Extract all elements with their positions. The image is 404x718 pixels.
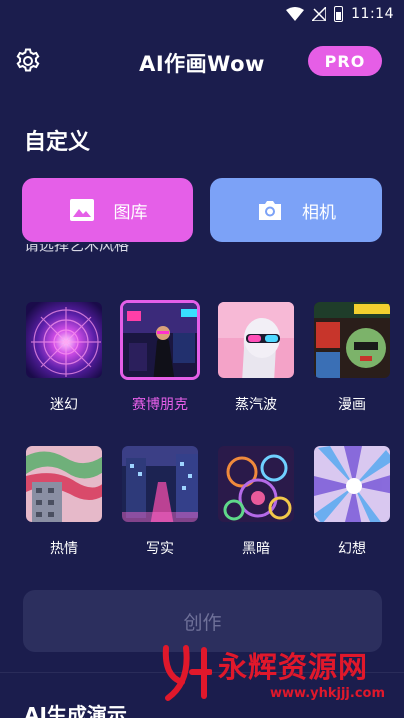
pro-button[interactable]: PRO bbox=[308, 46, 382, 76]
style-thumbnail bbox=[24, 444, 104, 524]
style-label: 黑暗 bbox=[242, 541, 270, 557]
watermark-text: 永辉资源网 bbox=[218, 650, 369, 684]
style-cyberpunk[interactable]: 赛博朋克 bbox=[118, 300, 202, 414]
style-thumbnail bbox=[312, 300, 392, 380]
status-time: 11:14 bbox=[351, 6, 394, 22]
demo-section-title: AI生成演示 bbox=[24, 703, 127, 718]
gallery-label: 图库 bbox=[113, 202, 148, 223]
header: AI作画Wow PRO bbox=[0, 40, 404, 82]
style-hint: 请选择艺术风格 bbox=[24, 244, 130, 254]
style-label: 赛博朋克 bbox=[132, 397, 188, 413]
style-dark[interactable]: 黑暗 bbox=[214, 444, 298, 558]
style-label: 蒸汽波 bbox=[235, 397, 277, 413]
style-thumbnail bbox=[216, 300, 296, 380]
style-thumbnail bbox=[120, 300, 200, 380]
style-label: 幻想 bbox=[338, 541, 366, 557]
style-passion[interactable]: 热情 bbox=[22, 444, 106, 558]
battery-icon bbox=[334, 6, 344, 22]
section-title: 自定义 bbox=[24, 130, 91, 155]
camera-button[interactable]: 相机 bbox=[210, 178, 382, 242]
watermark: 永辉资源网 www.yhkjjj.com bbox=[160, 636, 400, 718]
style-fantasy[interactable]: 幻想 bbox=[310, 444, 394, 558]
image-icon bbox=[69, 199, 94, 221]
style-label: 漫画 bbox=[338, 397, 366, 413]
style-thumbnail bbox=[120, 444, 200, 524]
style-label: 写实 bbox=[146, 541, 174, 557]
style-realistic[interactable]: 写实 bbox=[118, 444, 202, 558]
camera-label: 相机 bbox=[302, 202, 336, 223]
watermark-logo-icon bbox=[162, 645, 212, 701]
wifi-icon bbox=[286, 7, 305, 21]
style-psychedelic[interactable]: 迷幻 bbox=[22, 300, 106, 414]
gallery-button[interactable]: 图库 bbox=[22, 178, 193, 242]
camera-icon bbox=[259, 201, 281, 220]
style-thumbnail bbox=[312, 444, 392, 524]
style-comic[interactable]: 漫画 bbox=[310, 300, 394, 414]
style-thumbnail bbox=[24, 300, 104, 380]
style-thumbnail bbox=[216, 444, 296, 524]
no-signal-icon bbox=[312, 7, 327, 21]
style-label: 热情 bbox=[50, 541, 78, 557]
style-vaporwave[interactable]: 蒸汽波 bbox=[214, 300, 298, 414]
style-label: 迷幻 bbox=[50, 397, 78, 413]
watermark-url: www.yhkjjj.com bbox=[270, 686, 386, 701]
status-bar: 11:14 bbox=[0, 0, 404, 28]
